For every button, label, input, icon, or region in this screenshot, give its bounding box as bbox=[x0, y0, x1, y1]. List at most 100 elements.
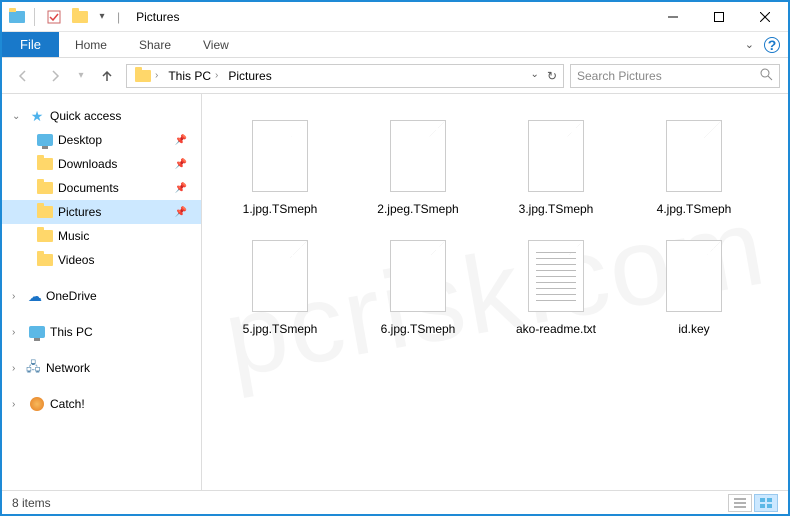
generic-file-icon bbox=[246, 236, 314, 316]
file-name-label: 2.jpeg.TSmeph bbox=[377, 202, 458, 218]
chevron-right-icon[interactable]: › bbox=[12, 327, 24, 338]
generic-file-icon bbox=[384, 236, 452, 316]
minimize-button[interactable] bbox=[650, 2, 696, 32]
folder-icon bbox=[36, 251, 54, 269]
qat-properties-icon[interactable] bbox=[43, 6, 65, 28]
generic-file-icon bbox=[246, 116, 314, 196]
generic-file-icon bbox=[660, 116, 728, 196]
generic-file-icon bbox=[660, 236, 728, 316]
address-actions: ⌄ ↻ bbox=[531, 69, 559, 83]
network-icon bbox=[28, 361, 42, 375]
search-placeholder: Search Pictures bbox=[577, 69, 662, 83]
back-button[interactable] bbox=[10, 63, 36, 89]
titlebar-left: ▾ | Pictures bbox=[2, 6, 179, 28]
close-button[interactable] bbox=[742, 2, 788, 32]
view-icons-button[interactable] bbox=[754, 494, 778, 512]
ribbon: File Home Share View ⌄ ? bbox=[2, 32, 788, 58]
folder-icon bbox=[36, 203, 54, 221]
status-count: 8 items bbox=[12, 496, 51, 510]
text-file-icon bbox=[522, 236, 590, 316]
address-bar[interactable]: › This PC› Pictures ⌄ ↻ bbox=[126, 64, 564, 88]
sidebar-quick-access[interactable]: ⌄ ★ Quick access bbox=[2, 104, 201, 128]
sidebar-item-label: This PC bbox=[50, 325, 93, 339]
chevron-down-icon[interactable]: ⌄ bbox=[12, 111, 24, 122]
tab-view[interactable]: View bbox=[187, 32, 245, 57]
search-icon[interactable] bbox=[759, 67, 773, 84]
file-name-label: 3.jpg.TSmeph bbox=[519, 202, 594, 218]
search-input[interactable]: Search Pictures bbox=[570, 64, 780, 88]
window-controls bbox=[650, 2, 788, 32]
maximize-button[interactable] bbox=[696, 2, 742, 32]
explorer-app-icon[interactable] bbox=[8, 8, 26, 26]
file-name-label: 5.jpg.TSmeph bbox=[243, 322, 318, 338]
star-icon: ★ bbox=[28, 107, 46, 125]
sidebar: ⌄ ★ Quick access Desktop📌Downloads📌Docum… bbox=[2, 94, 202, 490]
up-button[interactable] bbox=[94, 63, 120, 89]
file-tab[interactable]: File bbox=[2, 32, 59, 57]
sidebar-item-pictures[interactable]: Pictures 📌 bbox=[2, 200, 201, 224]
breadcrumb-root-icon[interactable]: › bbox=[131, 70, 162, 82]
pin-icon: 📌 bbox=[175, 159, 187, 170]
chevron-right-icon[interactable]: › bbox=[12, 363, 24, 374]
sidebar-item-onedrive[interactable]: › ☁ OneDrive bbox=[2, 284, 201, 308]
sidebar-item-music[interactable]: Music bbox=[2, 224, 201, 248]
recent-dropdown-icon[interactable]: ▾ bbox=[74, 63, 88, 89]
file-name-label: 6.jpg.TSmeph bbox=[381, 322, 456, 338]
sidebar-item-downloads[interactable]: Downloads 📌 bbox=[2, 152, 201, 176]
window-title: Pictures bbox=[136, 10, 179, 24]
cloud-icon: ☁ bbox=[28, 288, 42, 305]
file-item[interactable]: 3.jpg.TSmeph bbox=[494, 110, 618, 224]
address-dropdown-icon[interactable]: ⌄ bbox=[531, 69, 539, 83]
tab-share[interactable]: Share bbox=[123, 32, 187, 57]
pin-icon: 📌 bbox=[175, 135, 187, 146]
tab-home[interactable]: Home bbox=[59, 32, 123, 57]
chevron-right-icon[interactable]: › bbox=[12, 291, 24, 302]
sidebar-item-label: Music bbox=[58, 229, 89, 243]
forward-button[interactable] bbox=[42, 63, 68, 89]
breadcrumb-pictures[interactable]: Pictures bbox=[224, 69, 275, 83]
pin-icon: 📌 bbox=[175, 207, 187, 218]
sidebar-item-label: Pictures bbox=[58, 205, 101, 219]
sidebar-item-videos[interactable]: Videos bbox=[2, 248, 201, 272]
ribbon-right: ⌄ ? bbox=[745, 32, 788, 57]
sidebar-item-network[interactable]: › Network bbox=[2, 356, 201, 380]
file-item[interactable]: ako-readme.txt bbox=[494, 230, 618, 344]
file-item[interactable]: 6.jpg.TSmeph bbox=[356, 230, 480, 344]
file-item[interactable]: 1.jpg.TSmeph bbox=[218, 110, 342, 224]
chevron-right-icon[interactable]: › bbox=[12, 399, 24, 410]
file-item[interactable]: id.key bbox=[632, 230, 756, 344]
pin-icon: 📌 bbox=[175, 183, 187, 194]
view-details-button[interactable] bbox=[728, 494, 752, 512]
navbar: ▾ › This PC› Pictures ⌄ ↻ Search Picture… bbox=[2, 58, 788, 94]
sidebar-item-label: Catch! bbox=[50, 397, 85, 411]
sidebar-item-documents[interactable]: Documents 📌 bbox=[2, 176, 201, 200]
generic-file-icon bbox=[384, 116, 452, 196]
sidebar-item-thispc[interactable]: › This PC bbox=[2, 320, 201, 344]
qat-customize-icon[interactable]: ▾ bbox=[95, 6, 109, 28]
breadcrumb-this-pc[interactable]: This PC› bbox=[164, 69, 222, 83]
file-name-label: 4.jpg.TSmeph bbox=[657, 202, 732, 218]
file-item[interactable]: 4.jpg.TSmeph bbox=[632, 110, 756, 224]
sidebar-item-catch[interactable]: › Catch! bbox=[2, 392, 201, 416]
sidebar-item-label: Desktop bbox=[58, 133, 102, 147]
view-switcher bbox=[728, 494, 778, 512]
help-icon[interactable]: ? bbox=[764, 37, 780, 53]
sidebar-item-label: Documents bbox=[58, 181, 119, 195]
folder-icon bbox=[36, 227, 54, 245]
sidebar-item-label: Network bbox=[46, 361, 90, 375]
file-item[interactable]: 2.jpeg.TSmeph bbox=[356, 110, 480, 224]
refresh-icon[interactable]: ↻ bbox=[547, 69, 557, 83]
ribbon-expand-icon[interactable]: ⌄ bbox=[745, 38, 754, 51]
folder-icon bbox=[36, 179, 54, 197]
desktop-icon bbox=[36, 131, 54, 149]
sidebar-item-label: Videos bbox=[58, 253, 94, 267]
sidebar-item-label: OneDrive bbox=[46, 289, 97, 303]
file-name-label: ako-readme.txt bbox=[516, 322, 596, 338]
file-item[interactable]: 5.jpg.TSmeph bbox=[218, 230, 342, 344]
qat-newfolder-icon[interactable] bbox=[69, 6, 91, 28]
statusbar: 8 items bbox=[2, 490, 788, 514]
content-pane[interactable]: pcrisk.com 1.jpg.TSmeph2.jpeg.TSmeph3.jp… bbox=[202, 94, 788, 490]
folder-icon bbox=[36, 155, 54, 173]
sidebar-item-desktop[interactable]: Desktop 📌 bbox=[2, 128, 201, 152]
sidebar-item-label: Downloads bbox=[58, 157, 117, 171]
